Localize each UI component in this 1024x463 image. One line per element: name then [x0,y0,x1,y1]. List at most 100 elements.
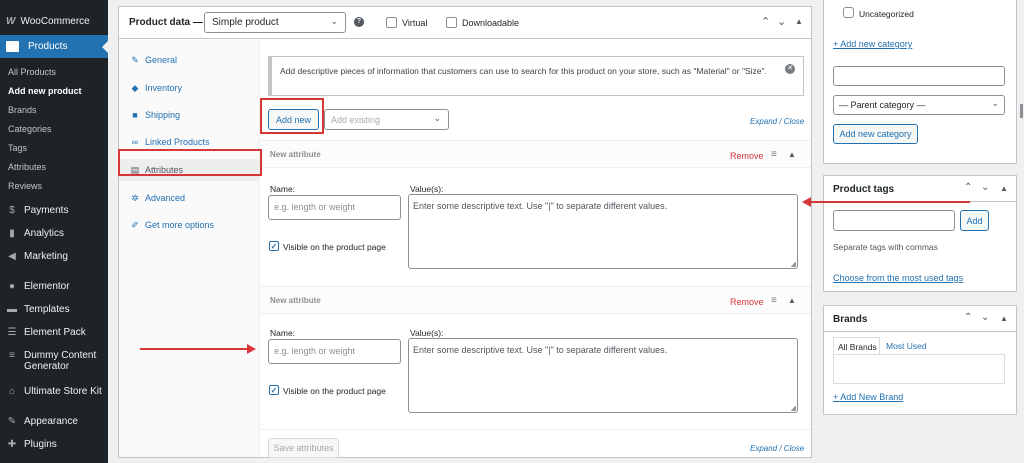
toggle-panel-icon[interactable]: ▲ [795,17,803,26]
tags-hint: Separate tags with commas [833,242,938,252]
choose-most-used-tags-link[interactable]: Choose from the most used tags [833,273,963,283]
collapse-icon[interactable]: ▲ [788,150,796,159]
brands-box: Brands ⌃ ⌄ ▲ All Brands Most Used + Add … [823,305,1017,415]
attribute-values-label: Value(s): [410,184,444,194]
tab-shipping[interactable]: ■ Shipping [119,104,260,126]
chevron-down-icon: ⌄ [991,98,999,108]
product-data-panel: Product data — Simple product ⌄ ? Virtua… [118,6,812,458]
move-up-icon[interactable]: ⌃ [964,182,972,193]
attribute-header[interactable]: New attribute Remove ≡ ▲ [260,286,811,314]
menu-woocommerce[interactable]: W WooCommerce [0,11,108,31]
attributes-footer: Save attributes Expand / Close [260,429,811,458]
visible-label: Visible on the product page [283,242,386,252]
page-scrollbar-thumb[interactable] [1020,104,1023,118]
move-up-icon[interactable]: ⌃ [964,312,972,323]
tab-all-brands[interactable]: All Brands [833,337,880,355]
expand-close-link[interactable]: Expand / Close [750,117,804,126]
new-category-input[interactable] [833,66,1005,86]
parent-category-select[interactable]: — Parent category — ⌄ [833,95,1005,115]
menu-appearance[interactable]: ✎ Appearance [0,416,108,427]
product-categories-box: Uncategorized + Add new category — Paren… [823,0,1017,164]
menu-templates[interactable]: ▬ Templates [0,304,108,315]
product-type-select[interactable]: Simple product ⌄ [204,12,346,33]
tab-most-used-brands[interactable]: Most Used [886,341,927,351]
menu-templates-label: Templates [24,304,70,315]
collapse-icon[interactable]: ▲ [788,296,796,305]
new-tag-input[interactable] [833,210,955,231]
add-existing-select[interactable]: Add existing ⌄ [324,109,449,130]
menu-woocommerce-label: WooCommerce [20,15,90,27]
brands-header[interactable]: Brands ⌃ ⌄ ▲ [824,306,1016,332]
move-down-icon[interactable]: ⌄ [981,312,989,323]
move-up-icon[interactable]: ⌃ [761,15,770,28]
attribute-header[interactable]: New attribute Remove ≡ ▲ [260,140,811,168]
add-new-brand-link[interactable]: + Add New Brand [833,392,903,402]
analytics-icon: ▮ [9,228,15,239]
drag-handle-icon[interactable]: ≡ [771,149,777,160]
menu-marketing-label: Marketing [24,251,68,262]
submenu-add-new-product[interactable]: Add new product [8,86,82,96]
toggle-panel-icon[interactable]: ▲ [1000,184,1008,193]
tab-linked-products-label: Linked Products [145,137,210,147]
save-attributes-button[interactable]: Save attributes [268,438,339,458]
expand-close-link[interactable]: Expand / Close [750,444,804,453]
brands-title: Brands [833,314,868,325]
attribute-values-textarea[interactable]: Enter some descriptive text. Use "|" to … [408,194,798,269]
visible-checkbox[interactable]: ✓ [269,241,279,251]
dummy-content-icon: ≡ [9,350,15,361]
tab-advanced[interactable]: ✲ Advanced [119,187,260,209]
visible-checkbox[interactable]: ✓ [269,385,279,395]
menu-element-pack[interactable]: ☰ Element Pack [0,327,108,338]
product-tags-header[interactable]: Product tags ⌃ ⌄ ▲ [824,176,1016,202]
move-down-icon[interactable]: ⌄ [981,182,989,193]
submenu-categories[interactable]: Categories [8,124,52,134]
drag-handle-icon[interactable]: ≡ [771,295,777,306]
resize-handle-icon[interactable]: ◢ [791,260,796,268]
tab-general[interactable]: ✎ General [119,49,260,71]
add-new-category-link[interactable]: + Add new category [833,39,912,49]
annotation-arrow-left [802,197,970,207]
close-icon[interactable]: ✕ [785,64,795,74]
uncategorized-checkbox[interactable] [843,7,854,18]
tab-inventory[interactable]: ◆ Inventory [119,77,260,99]
resize-handle-icon[interactable]: ◢ [791,404,796,412]
attribute-title: New attribute [270,150,321,159]
menu-dummy-content[interactable]: ≡ Dummy Content Generator [0,350,108,372]
menu-payments[interactable]: $ Payments [0,205,108,216]
menu-ultimate-store-kit[interactable]: ⌂ Ultimate Store Kit [0,386,108,397]
submenu-attributes[interactable]: Attributes [8,162,46,172]
menu-marketing[interactable]: ◀ Marketing [0,251,108,262]
parent-category-value: — Parent category — [839,100,926,110]
attribute-name-input[interactable]: e.g. length or weight [268,339,401,364]
marketing-icon: ◀ [8,251,16,262]
tab-get-more-options[interactable]: ✐ Get more options [119,214,260,236]
attribute-values-textarea[interactable]: Enter some descriptive text. Use "|" to … [408,338,798,413]
submenu-reviews[interactable]: Reviews [8,181,42,191]
attribute-values-placeholder: Enter some descriptive text. Use "|" to … [413,201,668,211]
element-pack-icon: ☰ [7,327,17,338]
menu-products[interactable]: Products [0,35,108,58]
toggle-panel-icon[interactable]: ▲ [1000,314,1008,323]
virtual-checkbox[interactable] [386,17,397,28]
add-tag-button[interactable]: Add [960,210,989,231]
menu-analytics[interactable]: ▮ Analytics [0,228,108,239]
menu-elementor[interactable]: ● Elementor [0,281,108,292]
remove-attribute-link[interactable]: Remove [730,151,764,161]
add-new-category-button[interactable]: Add new category [833,124,918,144]
move-down-icon[interactable]: ⌄ [777,15,786,28]
help-icon[interactable]: ? [354,17,364,27]
truck-icon: ■ [132,110,138,120]
submenu-all-products[interactable]: All Products [8,67,56,77]
submenu-tags[interactable]: Tags [8,143,27,153]
downloadable-checkbox[interactable] [446,17,457,28]
add-existing-placeholder: Add existing [331,115,381,125]
remove-attribute-link[interactable]: Remove [730,297,764,307]
chevron-down-icon: ⌄ [433,113,441,123]
product-data-tabs: ✎ General ◆ Inventory ■ Shipping ∞ Linke… [119,40,260,457]
tab-shipping-label: Shipping [145,110,181,120]
menu-plugins[interactable]: ✚ Plugins [0,439,108,450]
tab-inventory-label: Inventory [145,83,183,93]
attribute-name-input[interactable]: e.g. length or weight [268,195,401,220]
submenu-brands[interactable]: Brands [8,105,37,115]
attribute-values-placeholder: Enter some descriptive text. Use "|" to … [413,345,668,355]
